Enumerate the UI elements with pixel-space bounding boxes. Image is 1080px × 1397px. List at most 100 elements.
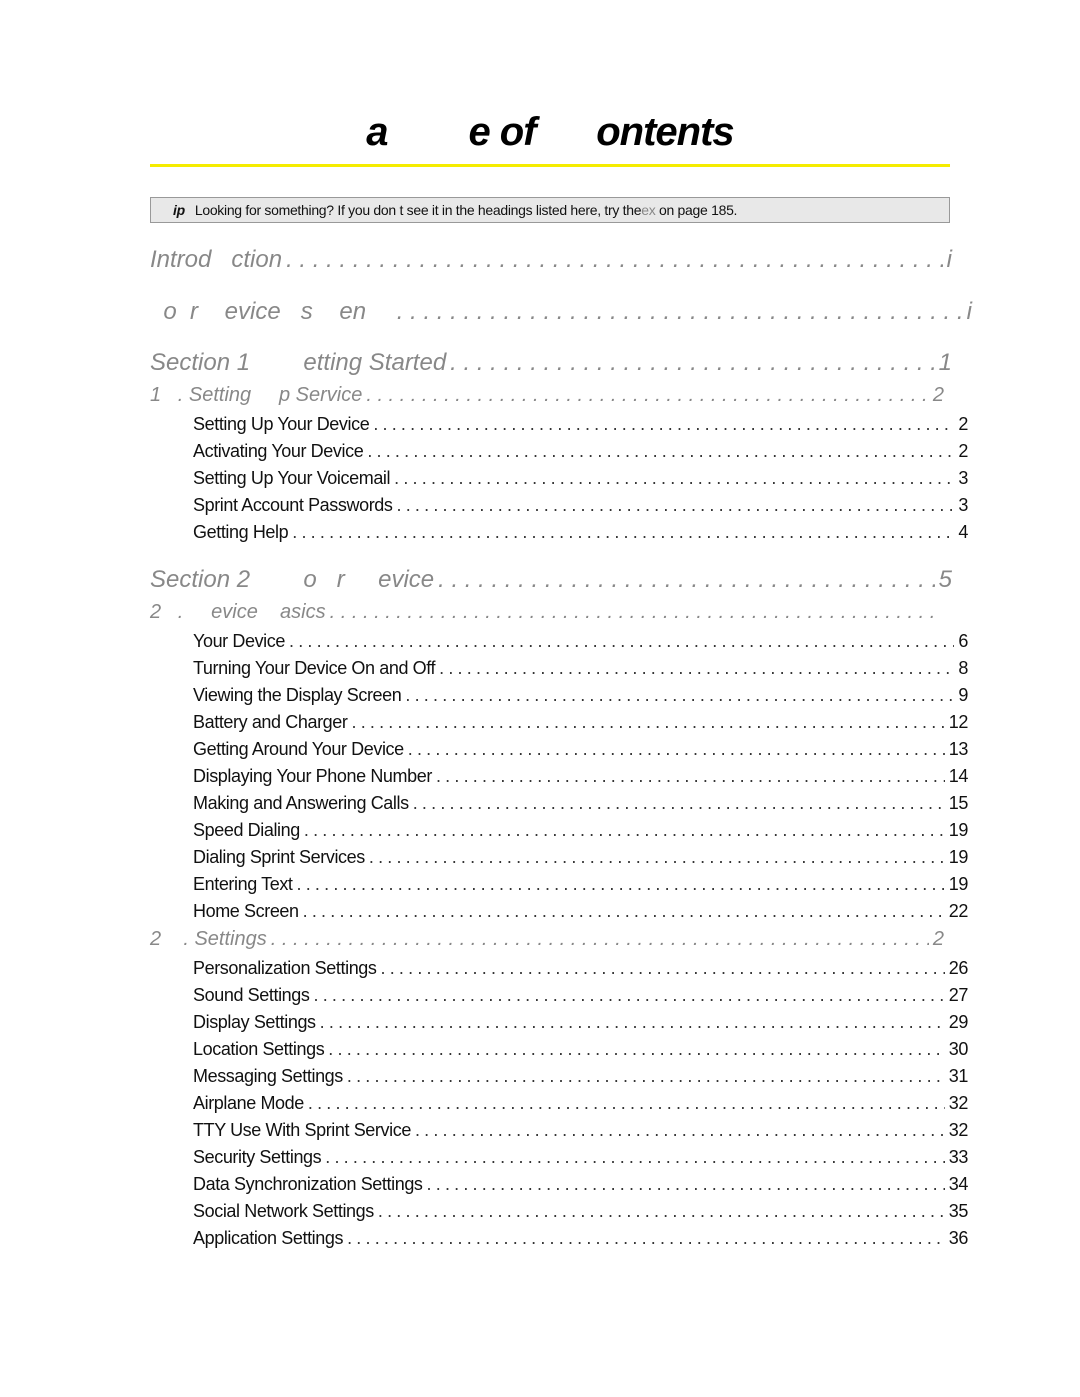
toc-label: Setting Up Your Device [193, 414, 370, 434]
dot-leader: . . . . . . . . . . . . . . . . . . . . … [347, 1228, 945, 1248]
toc-page-number: i [966, 298, 972, 325]
tip-suffix: on page 185. [655, 202, 738, 218]
toc-section-heading[interactable]: Introd ction . . . . . . . . . . . . . .… [150, 246, 952, 274]
toc-entry[interactable]: Display Settings . . . . . . . . . . . .… [193, 1012, 968, 1033]
toc-entry[interactable]: Security Settings . . . . . . . . . . . … [193, 1147, 968, 1168]
toc-entry[interactable]: Getting Help . . . . . . . . . . . . . .… [193, 522, 968, 543]
dot-leader: . . . . . . . . . . . . . . . . . . . . … [328, 1039, 944, 1059]
toc-entry[interactable]: Speed Dialing . . . . . . . . . . . . . … [193, 820, 968, 841]
toc-section-heading[interactable]: Section 2 o r evice . . . . . . . . . . … [150, 566, 952, 594]
page-title: a e of ontents [366, 110, 734, 154]
toc-entry[interactable]: Application Settings . . . . . . . . . .… [193, 1228, 968, 1249]
toc-entry[interactable]: Personalization Settings . . . . . . . .… [193, 958, 968, 979]
toc-page-number: 2 [958, 441, 968, 461]
toc-label: 2 . Settings [150, 928, 267, 950]
toc-entry[interactable]: Displaying Your Phone Number . . . . . .… [193, 766, 968, 787]
toc-entry[interactable]: Messaging Settings . . . . . . . . . . .… [193, 1066, 968, 1087]
toc-page-number: 29 [948, 1012, 969, 1032]
toc-entry[interactable]: Turning Your Device On and Off . . . . .… [193, 658, 968, 679]
toc-label: 2 . evice asics [150, 601, 326, 623]
toc-entry[interactable]: Dialing Sprint Services . . . . . . . . … [193, 847, 968, 868]
toc-page-number: 32 [948, 1093, 969, 1113]
toc-entry[interactable]: Sprint Account Passwords . . . . . . . .… [193, 495, 968, 516]
toc-page-number: 3 [958, 495, 968, 515]
toc-section-heading[interactable]: Section 1 etting Started . . . . . . . .… [150, 349, 952, 377]
index-link[interactable]: ex [641, 202, 655, 218]
toc-page-number: 6 [958, 631, 968, 651]
toc-entry[interactable]: TTY Use With Sprint Service . . . . . . … [193, 1120, 968, 1141]
toc-label: Data Synchronization Settings [193, 1174, 423, 1194]
toc-entry[interactable]: Data Synchronization Settings . . . . . … [193, 1174, 968, 1195]
dot-leader: . . . . . . . . . . . . . . . . . . . . … [366, 384, 929, 406]
dot-leader: . . . . . . . . . . . . . . . . . . . . … [270, 928, 929, 950]
dot-leader: . . . . . . . . . . . . . . . . . . . . … [377, 1201, 945, 1221]
toc-page-number: 2 [932, 384, 944, 406]
toc-page-number: 8 [958, 658, 968, 678]
toc-page-number: 19 [948, 874, 969, 894]
toc-label: Section 2 o r evice [150, 566, 435, 593]
toc-page-number: 33 [948, 1147, 969, 1167]
toc-page-number: 34 [948, 1174, 969, 1194]
dot-leader: . . . . . . . . . . . . . . . . . . . . … [407, 739, 945, 759]
toc-entry[interactable]: Your Device . . . . . . . . . . . . . . … [193, 631, 968, 652]
toc-page-number: 31 [948, 1066, 969, 1086]
toc-label: Viewing the Display Screen [193, 685, 402, 705]
toc-page-number: 14 [948, 766, 969, 786]
toc-label: Messaging Settings [193, 1066, 343, 1086]
dot-leader: . . . . . . . . . . . . . . . . . . . . … [380, 958, 945, 978]
toc-entry[interactable]: Social Network Settings . . . . . . . . … [193, 1201, 968, 1222]
toc-entry[interactable]: Entering Text . . . . . . . . . . . . . … [193, 874, 968, 895]
toc-page-number: 26 [948, 958, 969, 978]
toc-entry[interactable]: Location Settings . . . . . . . . . . . … [193, 1039, 968, 1060]
dot-leader: . . . . . . . . . . . . . . . . . . . . … [426, 1174, 945, 1194]
toc-section-heading[interactable]: o r evice s en . . . . . . . . . . . . .… [150, 298, 972, 326]
toc-label: Getting Help [193, 522, 289, 542]
toc-page-number: 35 [948, 1201, 969, 1221]
toc-label: Getting Around Your Device [193, 739, 404, 759]
toc-entry[interactable]: Airplane Mode . . . . . . . . . . . . . … [193, 1093, 968, 1114]
toc-entry[interactable]: Battery and Charger . . . . . . . . . . … [193, 712, 968, 733]
toc-label: 1 . Setting p Service [150, 384, 363, 406]
toc-label: Battery and Charger [193, 712, 348, 732]
toc-chapter-heading[interactable]: 1 . Setting p Service . . . . . . . . . … [150, 384, 944, 407]
dot-leader: . . . . . . . . . . . . . . . . . . . . … [435, 766, 945, 786]
toc-page-number: 32 [948, 1120, 969, 1140]
dot-leader: . . . . . . . . . . . . . . . . . . . . … [414, 1120, 945, 1140]
toc-label: Application Settings [193, 1228, 344, 1248]
toc-page-number: 2 [932, 928, 944, 950]
toc-page-number: 3 [958, 468, 968, 488]
dot-leader: . . . . . . . . . . . . . . . . . . . . … [292, 522, 954, 542]
toc-entry[interactable]: Sound Settings . . . . . . . . . . . . .… [193, 985, 968, 1006]
toc-label: Introd ction [150, 246, 283, 273]
toc-entry[interactable]: Setting Up Your Voicemail . . . . . . . … [193, 468, 968, 489]
toc-label: Dialing Sprint Services [193, 847, 365, 867]
toc-page-number: 5 [938, 566, 952, 593]
dot-leader: . . . . . . . . . . . . . . . . . . . . … [438, 566, 935, 593]
dot-leader: . . . . . . . . . . . . . . . . . . . . … [396, 298, 963, 325]
toc-chapter-heading[interactable]: 2 . Settings . . . . . . . . . . . . . .… [150, 928, 944, 951]
toc-page-number: 2 [958, 414, 968, 434]
toc-label: Sound Settings [193, 985, 310, 1005]
toc-label: Section 1 etting Started [150, 349, 447, 376]
toc-entry[interactable]: Home Screen . . . . . . . . . . . . . . … [193, 901, 968, 922]
dot-leader: . . . . . . . . . . . . . . . . . . . . … [373, 414, 954, 434]
dot-leader: . . . . . . . . . . . . . . . . . . . . … [286, 246, 943, 273]
dot-leader: . . . . . . . . . . . . . . . . . . . . … [325, 1147, 945, 1167]
dot-leader: . . . . . . . . . . . . . . . . . . . . … [394, 468, 954, 488]
toc-chapter-heading[interactable]: 2 . evice asics . . . . . . . . . . . . … [150, 601, 944, 624]
dot-leader: . . . . . . . . . . . . . . . . . . . . … [450, 349, 934, 376]
toc-entry[interactable]: Viewing the Display Screen . . . . . . .… [193, 685, 968, 706]
toc-entry[interactable]: Making and Answering Calls . . . . . . .… [193, 793, 968, 814]
toc-label: Your Device [193, 631, 285, 651]
toc-entry[interactable]: Setting Up Your Device . . . . . . . . .… [193, 414, 968, 435]
toc-entry[interactable]: Activating Your Device . . . . . . . . .… [193, 441, 968, 462]
dot-leader: . . . . . . . . . . . . . . . . . . . . … [329, 601, 940, 623]
toc-page-number: 1 [938, 349, 952, 376]
toc-label: Making and Answering Calls [193, 793, 409, 813]
toc-page-number: 30 [948, 1039, 969, 1059]
dot-leader: . . . . . . . . . . . . . . . . . . . . … [412, 793, 945, 813]
toc-entry[interactable]: Getting Around Your Device . . . . . . .… [193, 739, 968, 760]
toc-page-number: 13 [948, 739, 969, 759]
toc-label: Social Network Settings [193, 1201, 374, 1221]
toc-page-number: 19 [948, 847, 969, 867]
